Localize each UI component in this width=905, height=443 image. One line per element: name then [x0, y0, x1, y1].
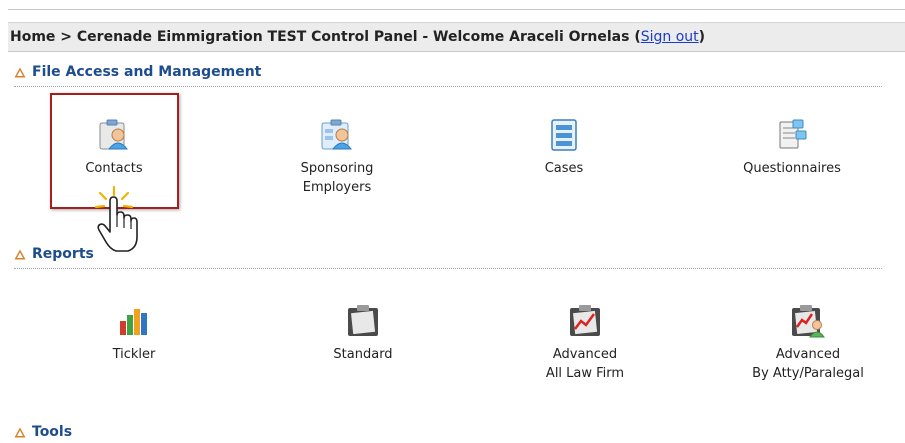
standard-tile[interactable]: Standard	[288, 303, 438, 364]
clipboard-icon	[348, 305, 378, 336]
section-divider	[14, 268, 882, 269]
collapse-triangle-icon	[14, 249, 26, 259]
tile-label: Standard	[333, 347, 393, 362]
section-file-access-title[interactable]: File Access and Management	[14, 64, 261, 80]
tickler-tile[interactable]: Tickler	[59, 303, 209, 364]
tile-label-2: By Atty/Paralegal	[752, 366, 864, 381]
breadcrumb-close: )	[698, 29, 706, 45]
tile-label: Advanced	[552, 347, 618, 362]
top-divider	[8, 9, 905, 10]
tile-label: Advanced	[775, 347, 841, 362]
sign-out-link[interactable]: Sign out	[641, 29, 699, 45]
advanced-by-atty-paralegal-tile[interactable]: Advanced By Atty/Paralegal	[733, 303, 883, 383]
section-reports-title[interactable]: Reports	[14, 246, 94, 262]
tile-label: Tickler	[112, 347, 156, 362]
section-label: File Access and Management	[32, 64, 262, 80]
cases-tile[interactable]: Cases	[489, 117, 639, 178]
section-label: Reports	[32, 246, 94, 262]
breadcrumb-text: Home > Cerenade Eimmigration TEST Contro…	[10, 29, 641, 45]
tile-label: Questionnaires	[743, 161, 841, 176]
tile-label-2: Employers	[302, 180, 372, 195]
questionnaires-tile[interactable]: Questionnaires	[717, 117, 867, 178]
breadcrumb: Home > Cerenade Eimmigration TEST Contro…	[8, 22, 905, 52]
section-divider	[14, 86, 882, 87]
section-tools-title[interactable]: Tools	[14, 424, 72, 440]
report-person-icon	[792, 305, 825, 338]
collapse-triangle-icon	[14, 67, 26, 77]
collapse-triangle-icon	[14, 427, 26, 437]
section-label: Tools	[32, 424, 73, 440]
report-chart-icon	[570, 305, 600, 336]
tile-label-2: All Law Firm	[545, 366, 625, 381]
sponsoring-employers-tile[interactable]: Sponsoring Employers	[262, 117, 412, 197]
sponsoring-employers-icon	[321, 119, 353, 150]
cases-icon	[551, 119, 577, 151]
hand-pointer-cursor-icon	[94, 185, 138, 252]
tickler-chart-icon	[120, 309, 147, 335]
tile-label: Sponsoring	[300, 161, 374, 176]
tile-label: Cases	[544, 161, 584, 176]
questionnaires-icon	[779, 119, 807, 149]
advanced-all-law-firm-tile[interactable]: Advanced All Law Firm	[510, 303, 660, 383]
